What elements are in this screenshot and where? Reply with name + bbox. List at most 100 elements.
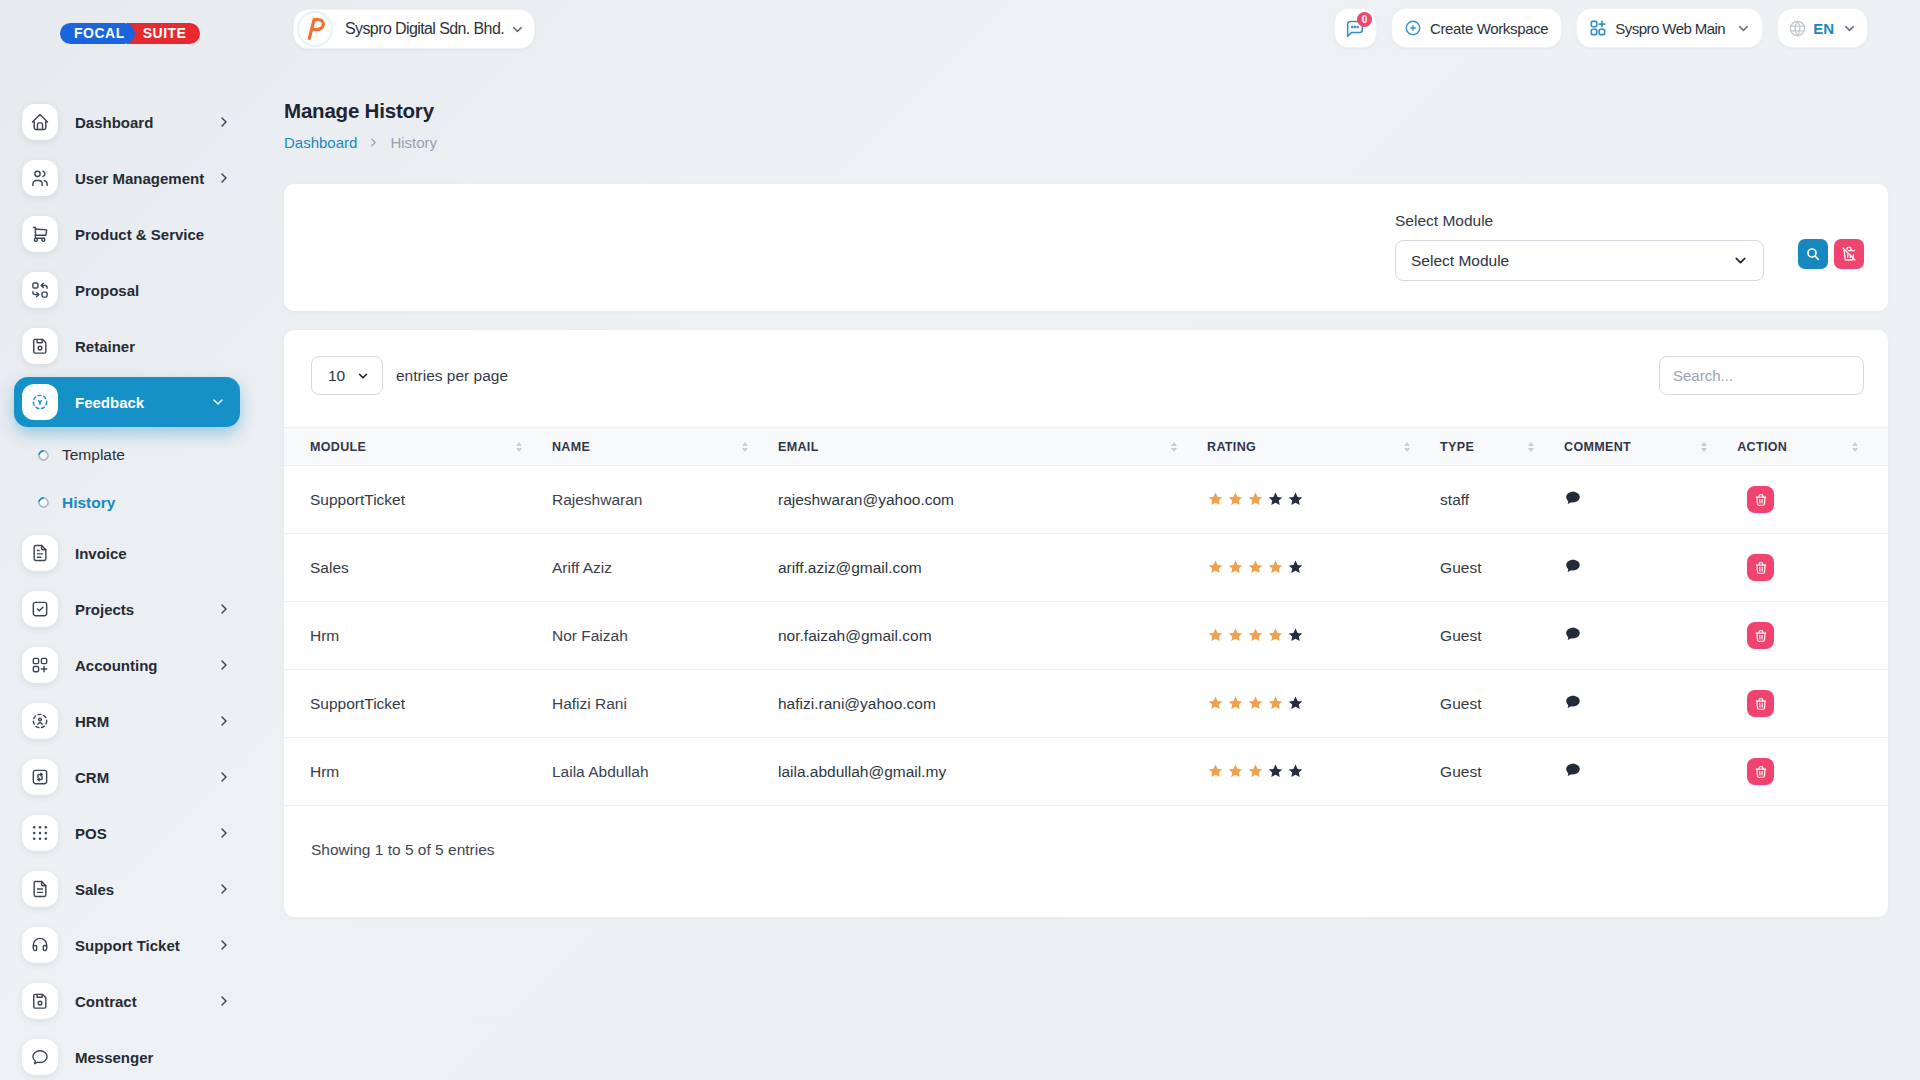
circle-plus-icon — [1404, 19, 1422, 37]
cell-email: laila.abdullah@gmail.my — [762, 738, 1191, 806]
create-workspace-button[interactable]: Create Workspace — [1391, 8, 1562, 48]
sidebar-item-crm[interactable]: CRM — [0, 749, 260, 805]
messages-button[interactable]: 0 — [1334, 8, 1377, 48]
sidebar-item-label: POS — [75, 825, 216, 842]
sidebar-item-projects[interactable]: Projects — [0, 581, 260, 637]
star-icon — [1207, 627, 1224, 644]
cell-comment — [1548, 602, 1721, 670]
sidebar-item-sales[interactable]: Sales — [0, 861, 260, 917]
company-selector[interactable]: Syspro Digital Sdn. Bhd. — [293, 9, 535, 49]
sidebar-item-proposal[interactable]: Proposal — [0, 262, 260, 318]
cell-module: SupportTicket — [284, 670, 536, 738]
cell-type: Guest — [1424, 602, 1548, 670]
cell-email: hafizi.rani@yahoo.com — [762, 670, 1191, 738]
cell-comment — [1548, 534, 1721, 602]
search-icon — [1805, 246, 1821, 262]
column-header-comment[interactable]: COMMENT — [1548, 428, 1721, 466]
sidebar-item-feedback[interactable]: Feedback — [14, 377, 240, 427]
trash-icon — [1754, 561, 1768, 575]
accounting-icon — [22, 647, 58, 683]
sidebar-item-retainer[interactable]: Retainer — [0, 318, 260, 374]
table-row: HrmNor Faizahnor.faizah@gmail.comGuest — [284, 602, 1888, 670]
star-icon — [1227, 559, 1244, 576]
cell-action — [1721, 534, 1888, 602]
star-icon — [1267, 559, 1284, 576]
column-label: TYPE — [1440, 440, 1474, 454]
column-header-module[interactable]: MODULE — [284, 428, 536, 466]
chevron-down-icon — [210, 394, 226, 410]
cell-type: Guest — [1424, 534, 1548, 602]
chevron-right-icon — [216, 170, 232, 186]
delete-button[interactable] — [1747, 622, 1774, 649]
chevron-right-icon — [367, 136, 380, 149]
workspace-selector[interactable]: Syspro Web Main — [1576, 8, 1763, 48]
language-selector[interactable]: EN — [1777, 8, 1868, 48]
comment-icon[interactable] — [1564, 557, 1582, 575]
history-table: MODULENAMEEMAIL RATING TYPE COMMENTACTION S… — [284, 427, 1888, 806]
chevron-down-icon — [510, 22, 525, 37]
sidebar-item-label: Proposal — [75, 282, 232, 299]
sidebar-item-user-management[interactable]: User Management — [0, 150, 260, 206]
pos-icon — [22, 815, 58, 851]
column-header-email[interactable]: EMAIL — [762, 428, 1191, 466]
select-module-label: Select Module — [1395, 212, 1764, 230]
select-module-value: Select Module — [1411, 252, 1732, 270]
filter-search-button[interactable] — [1798, 239, 1828, 269]
history-table-card: 10 entries per page MODULENAMEEMAILRATIN… — [284, 330, 1888, 917]
delete-button[interactable] — [1747, 554, 1774, 581]
sidebar-item-label: Template — [62, 446, 236, 464]
star-icon — [1267, 695, 1284, 712]
comment-icon[interactable] — [1564, 761, 1582, 779]
column-header-type[interactable]: TYPE — [1424, 428, 1548, 466]
sidebar-item-invoice[interactable]: Invoice — [0, 525, 260, 581]
entries-per-page-value: 10 — [328, 367, 356, 385]
sidebar-item-label: User Management — [75, 170, 216, 187]
delete-button[interactable] — [1747, 758, 1774, 785]
column-header-name[interactable]: NAME — [536, 428, 762, 466]
cell-comment — [1548, 738, 1721, 806]
cell-action — [1721, 670, 1888, 738]
trash-icon — [1754, 493, 1768, 507]
cell-rating — [1191, 602, 1424, 670]
sidebar-item-hrm[interactable]: HRM — [0, 693, 260, 749]
sort-icon — [1701, 442, 1707, 452]
sidebar-item-product-service[interactable]: Product & Service — [0, 206, 260, 262]
cell-name: Hafizi Rani — [536, 670, 762, 738]
column-header-rating[interactable]: RATING — [1191, 428, 1424, 466]
floppy-icon — [22, 328, 58, 364]
delete-button[interactable] — [1747, 690, 1774, 717]
star-icon — [1287, 491, 1304, 508]
contract-icon — [22, 983, 58, 1019]
chevron-down-icon — [1736, 21, 1751, 36]
table-search-input[interactable] — [1659, 356, 1864, 395]
sort-icon — [1404, 442, 1410, 452]
sidebar-item-contract[interactable]: Contract — [0, 973, 260, 1029]
filter-clear-button[interactable] — [1834, 239, 1864, 269]
sidebar-item-template[interactable]: Template — [0, 430, 260, 480]
brand-logo[interactable]: FOCALSUITE — [60, 23, 200, 44]
sidebar-item-history[interactable]: History — [0, 480, 260, 525]
comment-icon[interactable] — [1564, 693, 1582, 711]
sidebar-item-support-ticket[interactable]: Support Ticket — [0, 917, 260, 973]
table-row: SupportTicketRajeshwaranrajeshwaran@yaho… — [284, 466, 1888, 534]
language-label: EN — [1813, 20, 1834, 37]
column-label: RATING — [1207, 440, 1256, 454]
sidebar-item-dashboard[interactable]: Dashboard — [0, 94, 260, 150]
select-module-dropdown[interactable]: Select Module — [1395, 240, 1764, 281]
comment-icon[interactable] — [1564, 489, 1582, 507]
sidebar-item-pos[interactable]: POS — [0, 805, 260, 861]
trash-off-icon — [1841, 246, 1857, 262]
sidebar-item-accounting[interactable]: Accounting — [0, 637, 260, 693]
chevron-down-icon — [356, 369, 370, 383]
sidebar-item-messenger[interactable]: Messenger — [0, 1029, 260, 1080]
sidebar-item-label: History — [62, 494, 236, 512]
star-icon — [1247, 491, 1264, 508]
trash-icon — [1754, 765, 1768, 779]
column-header-action[interactable]: ACTION — [1721, 428, 1888, 466]
delete-button[interactable] — [1747, 486, 1774, 513]
breadcrumb-dashboard-link[interactable]: Dashboard — [284, 134, 357, 151]
sidebar-item-label: HRM — [75, 713, 216, 730]
comment-icon[interactable] — [1564, 625, 1582, 643]
table-row: SupportTicketHafizi Ranihafizi.rani@yaho… — [284, 670, 1888, 738]
entries-per-page-select[interactable]: 10 — [311, 356, 383, 395]
